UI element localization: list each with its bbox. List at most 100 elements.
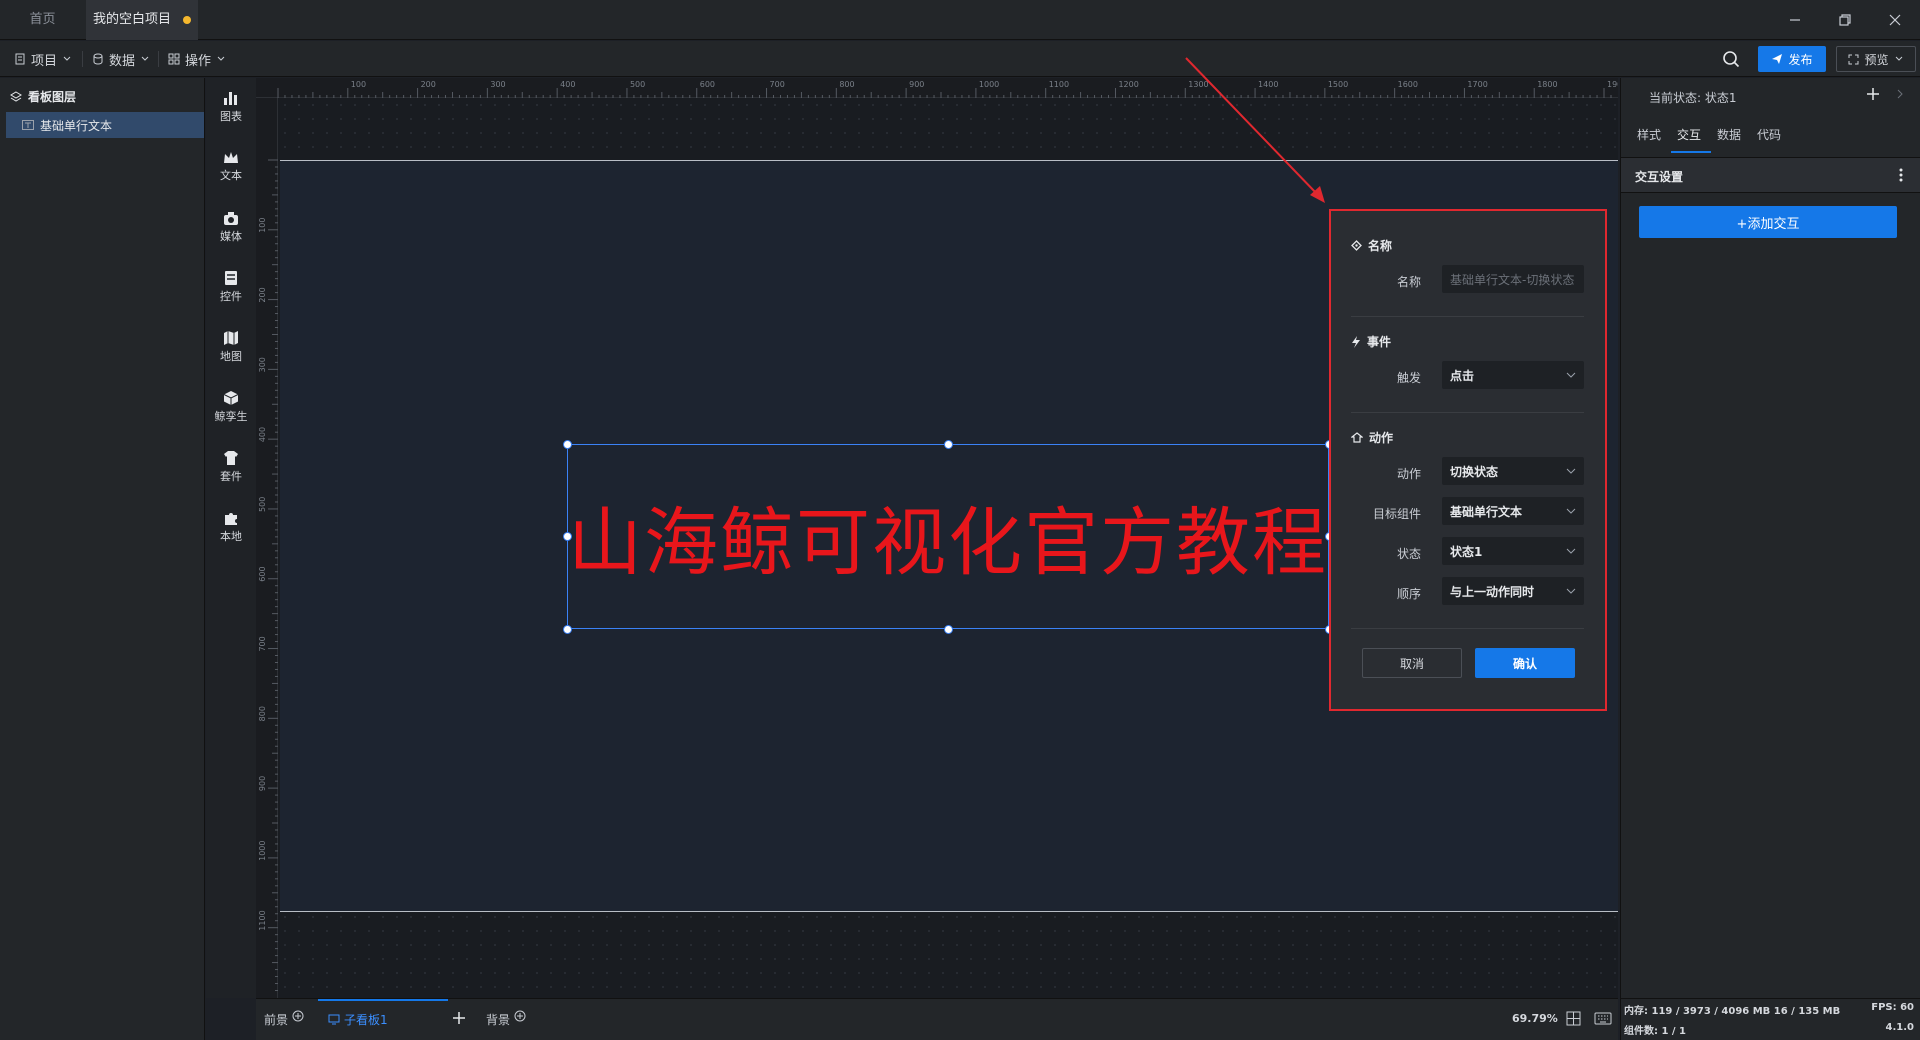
- tab-home[interactable]: 首页: [0, 0, 85, 40]
- title-bar: 首页 我的空白项目: [0, 0, 1920, 40]
- trigger-label: 触发: [1396, 371, 1421, 385]
- tab-background[interactable]: 背景: [486, 1010, 526, 1028]
- tab-code[interactable]: 代码: [1757, 126, 1781, 143]
- map-icon: [224, 331, 238, 345]
- resize-handle-bottom[interactable]: [944, 625, 953, 634]
- tool-kit-label: 套件: [220, 470, 242, 483]
- horizontal-ruler[interactable]: 100 200 300 400 500 600 700 800 900 1000 1100 1200 1…: [256, 78, 1618, 98]
- add-board-icon[interactable]: [452, 1011, 466, 1025]
- menu-separator: [82, 51, 83, 67]
- action-section-label: 动作: [1369, 431, 1394, 445]
- order-select[interactable]: 与上一动作同时: [1442, 577, 1584, 605]
- target-select[interactable]: 基础单行文本: [1442, 497, 1584, 525]
- board-tab-bar: 前景 子看板1 背景 69.79%: [256, 998, 1618, 1040]
- tool-map-label: 地图: [220, 350, 242, 363]
- restore-button[interactable]: [1830, 6, 1860, 34]
- tab-sub-board[interactable]: 子看板1: [318, 999, 448, 1040]
- diamond-icon: [1351, 240, 1362, 251]
- menu-bar: 项目 数据 操作 发布 预览: [0, 41, 1920, 77]
- add-interaction-button[interactable]: +添加交互: [1639, 206, 1897, 238]
- puzzle-icon: [225, 513, 237, 525]
- chevron-right-icon[interactable]: [1895, 89, 1905, 99]
- canvas-text: 山海鲸可视化官方教程: [568, 500, 1328, 586]
- target-value: 基础单行文本: [1450, 504, 1523, 519]
- resize-handle-bottom-left[interactable]: [563, 625, 572, 634]
- chevron-down-icon: [1566, 468, 1576, 474]
- layer-panel-title: 看板图层: [28, 90, 77, 104]
- add-state-icon[interactable]: [1865, 86, 1881, 102]
- trigger-select[interactable]: 点击: [1442, 361, 1584, 389]
- tool-media-label: 媒体: [220, 230, 242, 243]
- send-icon: [1772, 54, 1783, 64]
- menu-operate[interactable]: 操作: [168, 41, 226, 77]
- name-input-value: 基础单行文本-切换状态: [1450, 272, 1575, 287]
- tool-text[interactable]: 文本: [206, 144, 256, 190]
- fullscreen-icon: [1848, 54, 1859, 64]
- state-select[interactable]: 状态1: [1442, 537, 1584, 565]
- cube-icon: [223, 391, 239, 405]
- layer-item-label: 基础单行文本: [40, 118, 113, 133]
- keyboard-icon[interactable]: [1594, 1012, 1612, 1025]
- name-section-label: 名称: [1368, 239, 1393, 253]
- status-bar: 内存: 119 / 3973 / 4096 MB 16 / 135 MB FPS…: [1620, 998, 1920, 1040]
- name-section-title: 名称: [1351, 237, 1392, 254]
- layer-item[interactable]: 基础单行文本: [6, 112, 204, 138]
- memory-status: 内存: 119 / 3973 / 4096 MB 16 / 135 MB: [1624, 1006, 1841, 1017]
- shirt-icon: [224, 451, 238, 465]
- resize-handle-top[interactable]: [944, 440, 953, 449]
- zoom-level[interactable]: 69.79%: [1512, 1012, 1558, 1025]
- fit-screen-icon[interactable]: [1566, 1011, 1581, 1026]
- tool-media[interactable]: 媒体: [206, 204, 256, 250]
- tool-map[interactable]: 地图: [206, 324, 256, 370]
- publish-button[interactable]: 发布: [1758, 46, 1826, 72]
- ruler-label: 1800: [1537, 80, 1557, 89]
- tool-local[interactable]: 本地: [206, 504, 256, 550]
- action-section-title: 动作: [1351, 429, 1393, 446]
- confirm-button[interactable]: 确认: [1475, 648, 1575, 678]
- action-select[interactable]: 切换状态: [1442, 457, 1584, 485]
- tab-style[interactable]: 样式: [1637, 126, 1661, 143]
- ruler-label: 1900: [1607, 80, 1618, 89]
- property-panel: 当前状态: 状态1 样式 交互 数据 代码 交互设置 +添加交互: [1620, 78, 1920, 998]
- interaction-popup: 名称 名称 基础单行文本-切换状态 事件 触发 点击 动作 动作 切换状态 目标…: [1329, 209, 1607, 711]
- tab-foreground[interactable]: 前景: [264, 1010, 304, 1028]
- tool-control[interactable]: 控件: [206, 264, 256, 310]
- chevron-down-icon: [217, 56, 225, 61]
- more-options-icon[interactable]: [1899, 168, 1903, 182]
- interaction-settings-title: 交互设置: [1635, 170, 1684, 184]
- search-icon[interactable]: [1722, 50, 1740, 68]
- tab-project[interactable]: 我的空白项目: [86, 0, 198, 40]
- minimize-button[interactable]: [1780, 6, 1810, 34]
- selected-text-component[interactable]: 山海鲸可视化官方教程: [567, 444, 1329, 629]
- chevron-down-icon: [63, 56, 71, 61]
- component-count: 组件数: 1 / 1: [1624, 1026, 1687, 1037]
- trigger-value: 点击: [1450, 368, 1475, 383]
- text-component-icon: [22, 120, 34, 130]
- layer-panel: 看板图层 基础单行文本: [0, 78, 205, 1040]
- ruler-label: 200: [258, 287, 267, 302]
- tool-control-label: 控件: [220, 290, 242, 303]
- tab-data[interactable]: 数据: [1717, 126, 1741, 143]
- fps-status: FPS: 60: [1871, 1002, 1914, 1013]
- tool-chart[interactable]: 图表: [206, 84, 256, 130]
- action-value: 切换状态: [1450, 464, 1499, 479]
- resize-handle-top-left[interactable]: [563, 440, 572, 449]
- tool-kit[interactable]: 套件: [206, 444, 256, 490]
- ruler-label: 1600: [1398, 80, 1418, 89]
- name-input[interactable]: 基础单行文本-切换状态: [1442, 265, 1584, 293]
- menu-data[interactable]: 数据: [92, 41, 150, 77]
- tab-sub-board-inner: 子看板1: [328, 1011, 388, 1028]
- layer-panel-header[interactable]: 看板图层: [10, 88, 76, 105]
- vertical-ruler[interactable]: 100 200 300 400 500 600 700 800 900 1000 1100: [256, 98, 278, 998]
- tool-twin[interactable]: 鲸孪生: [206, 384, 256, 430]
- preview-button[interactable]: 预览: [1836, 46, 1916, 72]
- unsaved-dot-icon: [183, 15, 191, 24]
- ruler-label: 300: [490, 80, 505, 89]
- menu-project-label: 项目: [31, 53, 58, 69]
- menu-project[interactable]: 项目: [14, 41, 72, 77]
- close-button[interactable]: [1880, 6, 1910, 34]
- tab-interaction[interactable]: 交互: [1677, 126, 1701, 143]
- tab-project-label: 我的空白项目: [92, 12, 171, 27]
- cancel-button[interactable]: 取消: [1362, 648, 1462, 678]
- resize-handle-left[interactable]: [563, 532, 572, 541]
